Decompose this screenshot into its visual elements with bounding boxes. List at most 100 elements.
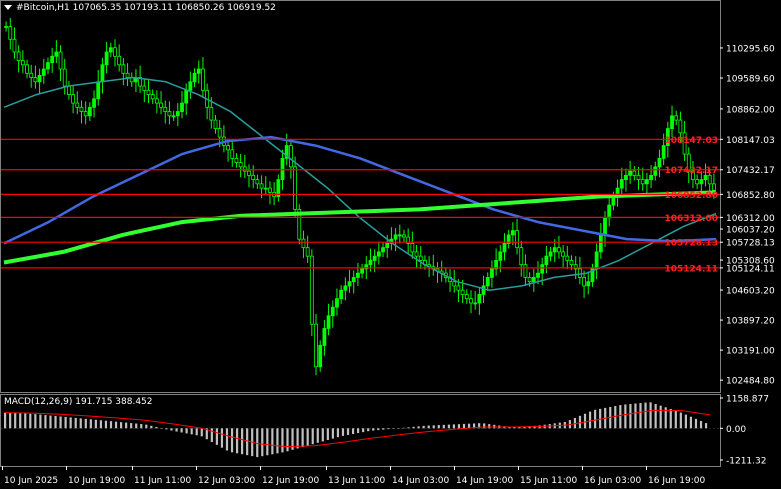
macd-bar: [49, 415, 52, 429]
macd-bar: [94, 419, 97, 429]
macd-bar: [256, 428, 259, 458]
macd-bar: [215, 428, 218, 445]
macd-bar: [341, 428, 345, 436]
macd-bar: [351, 428, 355, 435]
macd-bar: [14, 413, 17, 429]
macd-scale-label: 1158.877: [726, 395, 769, 405]
macd-bar: [432, 425, 435, 429]
macd-bar: [34, 414, 37, 429]
macd-bar: [412, 426, 415, 429]
macd-bar: [241, 428, 244, 455]
macd-bar: [659, 405, 662, 429]
candle: [318, 340, 323, 372]
macd-bar: [220, 428, 224, 448]
macd-bar: [246, 428, 249, 456]
macd-bar: [629, 403, 632, 429]
macd-bar: [639, 403, 642, 429]
dropdown-arrow-icon[interactable]: [4, 5, 12, 10]
macd-bar: [84, 418, 87, 429]
macd-bar: [331, 428, 334, 439]
macd-bar: [407, 427, 410, 429]
level-label: 105728.13: [664, 239, 718, 249]
macd-bar: [79, 418, 82, 429]
macd-indicator-label: MACD(12,26,9) 191.715 388.452: [4, 397, 153, 407]
macd-bar: [402, 427, 405, 429]
macd-bar: [422, 425, 425, 429]
macd-bar: [44, 415, 47, 429]
macd-bar: [614, 406, 617, 429]
macd-bar: [452, 424, 456, 429]
macd-bar: [150, 425, 153, 429]
macd-bar: [175, 428, 178, 432]
macd-bar: [311, 428, 314, 445]
macd-bar: [301, 428, 304, 448]
macd-bar: [39, 414, 42, 429]
level-label: 108147.03: [664, 136, 718, 146]
macd-bar: [74, 417, 77, 429]
macd-bar: [276, 428, 279, 454]
macd-bar: [145, 424, 148, 429]
chart-header: #Bitcoin,H1 107065.35 107193.11 106850.2…: [4, 3, 276, 13]
time-tick-label: 12 Jun 03:00: [198, 476, 255, 486]
macd-bar: [392, 428, 395, 429]
price-tick-label: 103191.00: [726, 347, 775, 357]
macd-bar: [578, 415, 582, 429]
macd-bar: [684, 414, 687, 429]
time-tick-label: 10 Jun 19:00: [68, 476, 125, 486]
macd-bar: [125, 422, 128, 429]
macd-bar: [357, 428, 360, 434]
time-tick-label: 12 Jun 19:00: [262, 476, 319, 486]
macd-bar: [437, 425, 440, 429]
macd-bar: [235, 428, 239, 454]
macd-bar: [155, 426, 158, 429]
macd-bar: [130, 423, 133, 429]
macd-bar: [160, 428, 163, 429]
time-tick-label: 13 Jun 11:00: [328, 476, 385, 486]
macd-bar: [377, 428, 380, 431]
macd-bar: [99, 420, 103, 429]
macd-bar: [387, 428, 390, 430]
macd-bar: [69, 417, 72, 429]
macd-bar: [624, 404, 627, 429]
macd-bar: [447, 424, 450, 429]
price-tick-label: 102484.80: [726, 377, 775, 387]
macd-bar: [699, 420, 703, 429]
macd-bar: [372, 428, 375, 431]
macd-bar: [462, 423, 466, 429]
macd-bar: [694, 418, 698, 429]
time-tick-label: 11 Jun 11:00: [134, 476, 191, 486]
macd-bar: [59, 416, 62, 429]
macd-bar: [165, 428, 168, 430]
macd-bar: [362, 428, 365, 433]
symbol-label: #Bitcoin,H1: [16, 3, 70, 13]
macd-bar: [619, 405, 622, 429]
price-tick-label: 106852.80: [726, 191, 775, 201]
macd-bar: [654, 404, 657, 429]
macd-bar: [649, 402, 652, 429]
price-tick-label: 108862.00: [726, 105, 775, 115]
price-tick-label: 109589.60: [726, 74, 775, 84]
macd-bar: [271, 428, 274, 455]
price-tick-label: 107432.17: [726, 166, 775, 176]
macd-bar: [210, 428, 213, 443]
macd-bar: [281, 428, 284, 453]
price-tick-label: 108147.03: [726, 136, 775, 146]
macd-bar: [316, 428, 319, 443]
macd-bar: [397, 428, 400, 429]
macd-bar: [669, 408, 672, 429]
macd-bar: [9, 412, 12, 429]
level-label: 107432.17: [664, 166, 718, 176]
macd-bar: [19, 413, 22, 429]
time-tick-label: 16 Jun 19:00: [648, 476, 705, 486]
price-tick-label: 103897.20: [726, 317, 775, 327]
macd-bar: [225, 428, 229, 451]
macd-bar: [190, 428, 193, 435]
macd-bar: [488, 424, 491, 429]
price-chart[interactable]: 108147.03 107432.17 106852.80 106312.00 1057…: [0, 0, 781, 489]
macd-bar: [588, 411, 592, 429]
macd-bar: [457, 424, 461, 429]
macd-bar: [382, 428, 385, 430]
macd-bar: [119, 422, 123, 429]
macd-bar: [674, 410, 677, 429]
macd-bar: [417, 426, 420, 429]
